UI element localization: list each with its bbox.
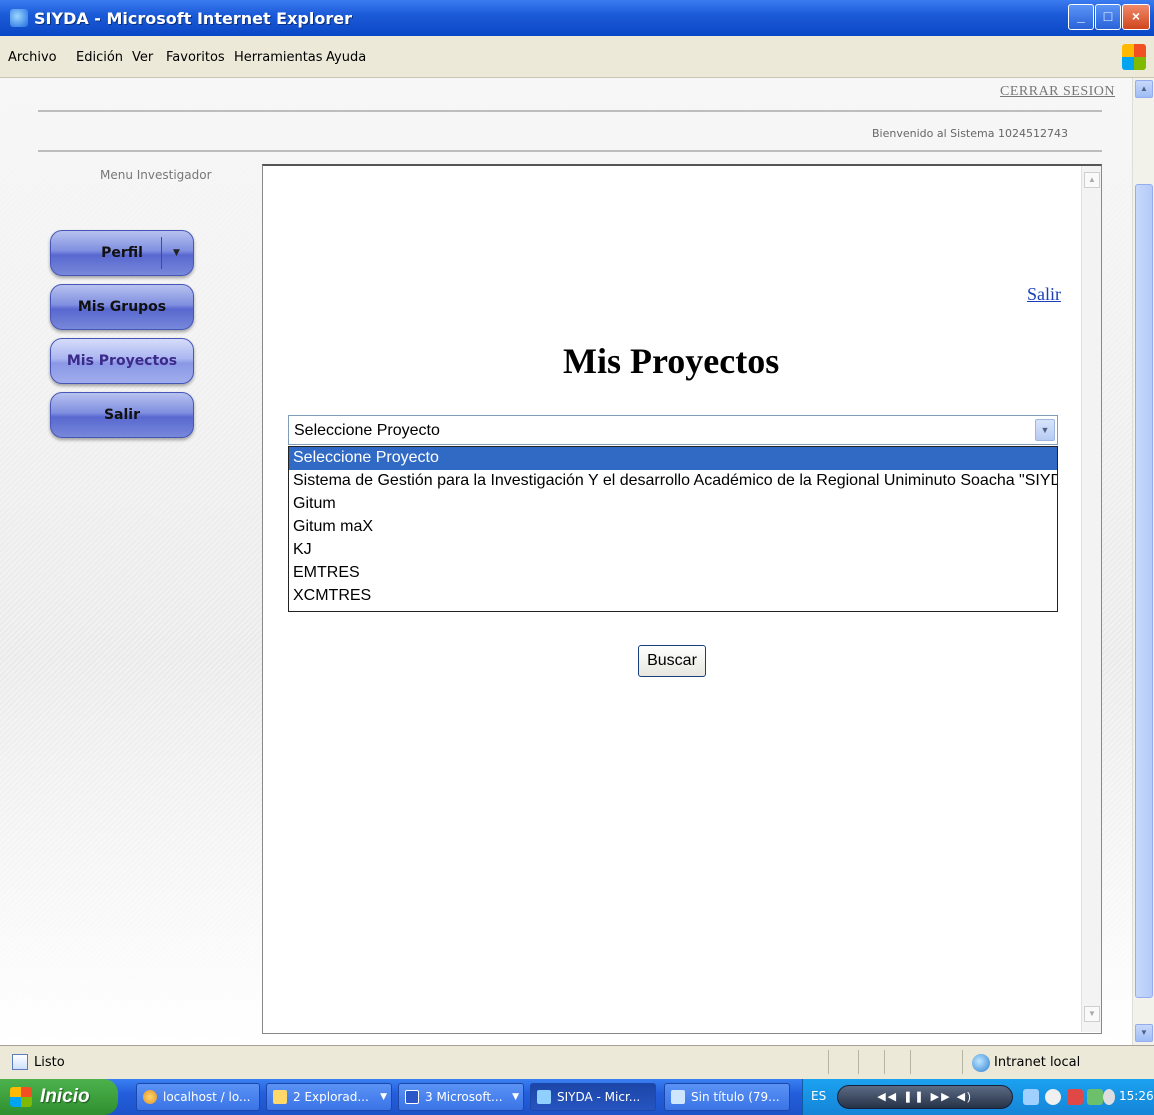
volume-icon[interactable] [1023,1089,1039,1105]
taskbar-item-microsoft[interactable]: 3 Microsoft... ▼ [398,1083,524,1111]
language-indicator[interactable]: ES [811,1089,826,1103]
menu-bar: Archivo Edición Ver Favoritos Herramient… [0,36,1154,78]
sidebar-title: Menu Investigador [100,168,212,182]
system-tray: ES ◀◀ ❚❚ ▶▶ ◀) 15:26 [802,1079,1154,1115]
caret-down-icon: ▼ [512,1092,519,1102]
dropdown-option[interactable]: Seleccione Proyecto [289,447,1057,470]
status-bar: Listo Intranet local [0,1045,1154,1079]
menu-edicion[interactable]: Edición [76,50,123,65]
taskbar-item-explorer[interactable]: 2 Explorad... ▼ [266,1083,392,1111]
status-text: Listo [34,1055,65,1070]
info-icon[interactable] [1103,1089,1115,1105]
page-title: Mis Proyectos [563,341,780,381]
sidebar-item-label: Mis Grupos [77,299,167,315]
minimize-button[interactable]: _ [1068,4,1094,30]
dropdown-option[interactable]: Gitum [289,493,1057,516]
start-label: Inicio [40,1086,90,1107]
dropdown-option[interactable]: Gitum maX [289,516,1057,539]
caret-down-icon[interactable]: ▼ [173,231,180,275]
maximize-button[interactable]: □ [1095,4,1121,30]
app-tray-icon[interactable] [1067,1089,1083,1105]
chevron-down-icon[interactable]: ▼ [1035,419,1055,441]
logout-link[interactable]: CERRAR SESION [1000,84,1115,100]
content-frame: Salir Mis Proyectos Seleccione Proyecto … [262,164,1102,1034]
exit-link[interactable]: Salir [1027,284,1061,305]
menu-ayuda[interactable]: Ayuda [326,50,366,65]
windows-flag-icon [10,1087,32,1107]
paint-icon [671,1090,685,1104]
media-player-controls[interactable]: ◀◀ ❚❚ ▶▶ ◀) [837,1085,1013,1109]
internet-explorer-icon [10,9,28,27]
dropdown-option[interactable]: EMTRES [289,562,1057,585]
start-button[interactable]: Inicio [0,1079,118,1115]
word-icon [405,1090,419,1104]
divider [38,150,1102,152]
page-icon [12,1054,28,1070]
scrollbar-thumb[interactable] [1135,184,1153,998]
sidebar-item-salir[interactable]: Salir [50,392,194,438]
scroll-up-icon[interactable]: ▲ [1135,80,1153,98]
menu-archivo[interactable]: Archivo [8,50,57,65]
chrome-icon [143,1090,157,1104]
network-icon[interactable] [1087,1089,1103,1105]
clock: 15:26 [1119,1089,1154,1103]
page-scrollbar[interactable]: ▲ ▼ [1132,78,1154,1045]
sidebar-item-label: Salir [103,407,141,423]
project-dropdown-list: Seleccione Proyecto Sistema de Gestión p… [288,446,1058,612]
taskbar-item-siyda[interactable]: SIYDA - Micr... [530,1083,656,1111]
globe-icon [972,1054,990,1072]
search-button[interactable]: Buscar [638,645,706,677]
scroll-up-icon[interactable]: ▲ [1084,172,1100,188]
sidebar-item-mis-proyectos[interactable]: Mis Proyectos [50,338,194,384]
taskbar: Inicio localhost / lo... 2 Explorad... ▼… [0,1079,1154,1115]
sidebar-item-label: Mis Proyectos [66,353,178,369]
taskbar-item-paint[interactable]: Sin título (79... [664,1083,790,1111]
back-icon[interactable] [1045,1089,1061,1105]
divider [38,110,1102,112]
security-zone: Intranet local [994,1055,1081,1070]
close-button[interactable]: × [1122,4,1150,30]
folder-icon [273,1090,287,1104]
sidebar-item-mis-grupos[interactable]: Mis Grupos [50,284,194,330]
windows-logo-icon [1122,44,1146,70]
frame-scrollbar[interactable]: ▲ ▼ [1081,166,1101,1032]
project-select[interactable]: Seleccione Proyecto ▼ [288,415,1058,445]
caret-down-icon: ▼ [380,1092,387,1102]
sidebar-item-perfil[interactable]: Perfil ▼ [50,230,194,276]
menu-favoritos[interactable]: Favoritos [166,50,225,65]
dropdown-option[interactable]: KJ [289,539,1057,562]
scroll-down-icon[interactable]: ▼ [1084,1006,1100,1022]
project-select-value: Seleccione Proyecto [294,422,440,439]
window-title: SIYDA - Microsoft Internet Explorer [34,9,352,28]
internet-explorer-icon [537,1090,551,1104]
menu-herramientas[interactable]: Herramientas [234,50,323,65]
welcome-message: Bienvenido al Sistema 1024512743 [872,127,1068,140]
browser-viewport: CERRAR SESION Bienvenido al Sistema 1024… [0,78,1132,1045]
scroll-down-icon[interactable]: ▼ [1135,1024,1153,1042]
taskbar-item-localhost[interactable]: localhost / lo... [136,1083,260,1111]
window-title-bar: SIYDA - Microsoft Internet Explorer _ □ … [0,0,1154,36]
dropdown-option[interactable]: Sistema de Gestión para la Investigación… [289,470,1057,493]
dropdown-option[interactable]: XCMTRES [289,585,1057,608]
menu-ver[interactable]: Ver [132,50,153,65]
